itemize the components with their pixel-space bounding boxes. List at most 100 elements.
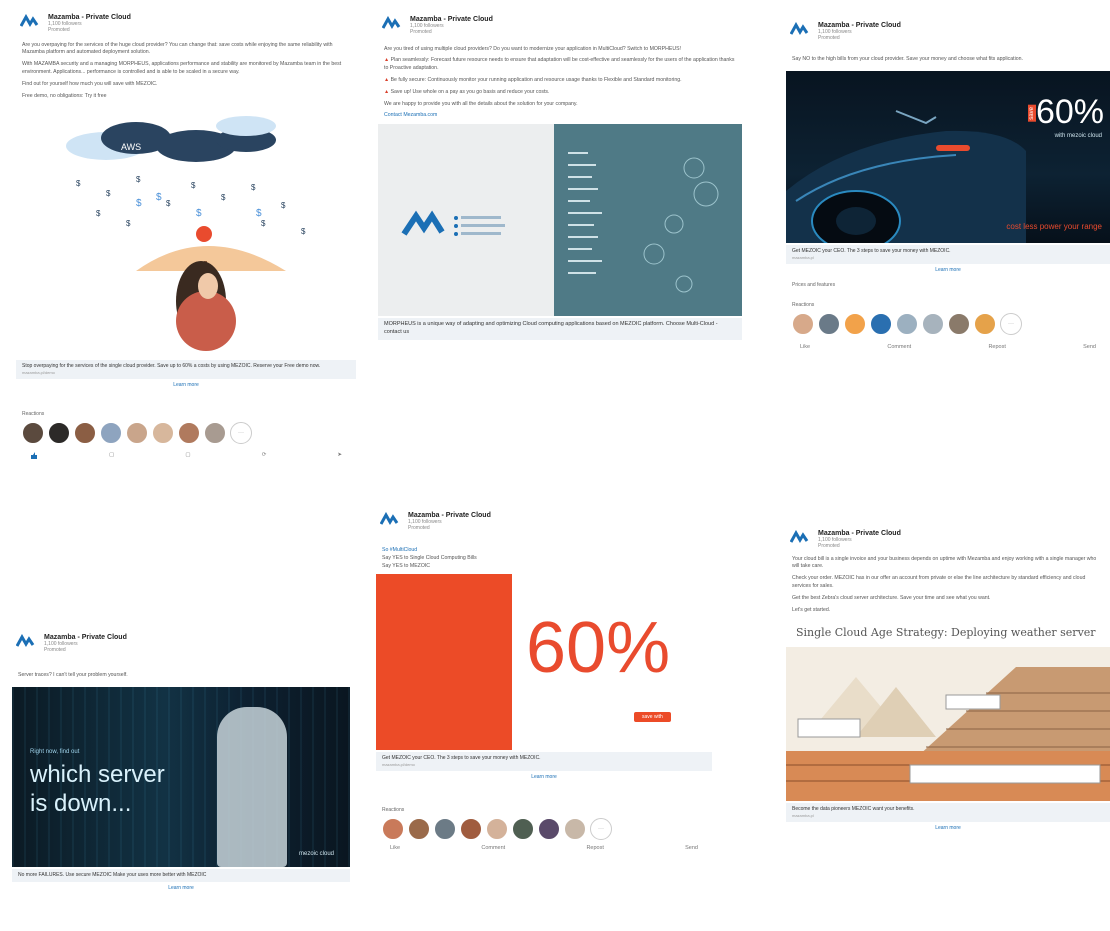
svg-text:$: $ [156,192,162,203]
car-banner[interactable]: save 60% with mezoic cloud cost less pow… [786,71,1110,244]
learn-more-link[interactable]: Learn more [12,882,350,894]
avatar[interactable] [564,818,586,841]
repost-button[interactable]: Repost [988,344,1005,350]
cta-strip[interactable]: Become the data pioneers MEZOIC want you… [786,803,1110,822]
repost-button[interactable]: Repost [586,845,603,851]
avatar[interactable] [126,421,148,444]
avatar[interactable] [408,818,430,841]
avatar[interactable] [948,312,970,335]
svg-text:$: $ [166,199,171,208]
contact-link[interactable]: Contact Mezamba.com [384,112,736,120]
learn-more-link[interactable]: Learn more [376,771,712,783]
post-header: Mazamba - Private Cloud 1,100 followers … [16,8,356,38]
like-button[interactable] [30,451,38,459]
svg-text:$: $ [136,198,142,209]
avatar[interactable] [204,421,226,444]
avatar[interactable] [382,818,404,841]
mazamba-logo[interactable] [382,16,404,32]
cta-text: Become the data pioneers MEZOIC want you… [792,806,915,813]
save-badge: save with [634,712,671,723]
hashtag-line[interactable]: So #MultiCloud [382,546,706,554]
avatar[interactable] [178,421,200,444]
avatar[interactable] [512,818,534,841]
send-button[interactable]: ➤ [337,451,342,459]
morpheus-diagram[interactable] [378,124,742,317]
avatar[interactable] [48,421,70,444]
comment-button[interactable]: Comment [887,344,911,350]
mazamba-logo[interactable] [790,22,812,38]
post-actions: Like Comment Repost Send [786,338,1110,354]
cta-text: MORPHEUS is a unique way of adapting and… [384,321,718,335]
avatar[interactable] [792,312,814,335]
reactions-summary[interactable]: Prices and features [786,280,1110,290]
avatar[interactable] [818,312,840,335]
cta-url: mazamba.pl/demo [22,370,55,376]
avatar[interactable] [974,312,996,335]
svg-text:$: $ [106,189,111,198]
cta-strip[interactable]: Get MEZOIC your CEO. The 3 steps to save… [786,245,1110,264]
avatar[interactable] [460,818,482,841]
learn-more-link[interactable]: Learn more [786,264,1110,276]
post-body: So #MultiCloud Say YES to Single Cloud C… [376,546,712,571]
promo-banner[interactable]: 60% save with [376,574,712,751]
cta-url: mazamba.pl [792,813,814,819]
cta-strip[interactable]: Stop overpaying for the services of the … [16,360,356,379]
repost-button[interactable]: ⟳ [262,451,267,459]
avatar[interactable] [896,312,918,335]
cta-text: Get MEZOIC your CEO. The 3 steps to save… [792,248,951,255]
cta-strip[interactable]: MORPHEUS is a unique way of adapting and… [378,318,742,340]
more-reactions-button[interactable]: ··· [590,818,612,841]
figure-title: Single Cloud Age Strategy: Deploying wea… [796,626,1096,640]
avatar[interactable] [434,818,456,841]
more-reactions-button[interactable]: ··· [1000,312,1022,335]
avatar[interactable] [538,818,560,841]
avatar[interactable] [74,421,96,444]
svg-text:$: $ [251,183,256,192]
like-button[interactable]: Like [390,845,400,851]
svg-text:$: $ [256,208,262,219]
cta-url: mazamba.pl [792,255,814,261]
avatar[interactable] [22,421,44,444]
body-paragraph: Your cloud bill is a single invoice and … [792,555,1097,570]
post-card-4: Mazamba - Private Cloud 1,100 followers … [12,628,350,931]
hero-image[interactable]: Right now, find out which server is down… [12,687,350,868]
mazamba-logo[interactable] [20,14,42,30]
mazamba-logo[interactable] [16,634,38,650]
mazamba-logo[interactable] [380,512,402,528]
pyramid-illustration[interactable] [786,647,1110,802]
send-button[interactable]: Send [1083,344,1096,350]
post-body: Server traces? I can't tell your problem… [18,671,128,678]
learn-more-link[interactable]: Learn more [786,822,1110,834]
like-button[interactable]: Like [800,344,810,350]
avatar[interactable] [870,312,892,335]
post-time: Promoted [818,34,840,41]
comment-button[interactable]: Comment [481,845,505,851]
body-line: Say YES to Single Cloud Computing Bills [382,554,477,561]
avatar[interactable] [844,312,866,335]
svg-text:$: $ [221,193,226,202]
post-header: Mazamba - Private Cloud 1,100 followers … [378,8,742,40]
send-button[interactable]: Send [685,845,698,851]
cta-text: No more FAILURES. Use secure MEZOIC Make… [18,872,207,879]
post-header: Mazamba - Private Cloud 1,100 followers … [786,14,1110,46]
post-actions: ▢ ▢ ⟳ ➤ [16,447,356,463]
avatar[interactable] [922,312,944,335]
svg-text:$: $ [76,179,81,188]
banner-footer: cost less power your range [1006,222,1102,232]
more-reactions-button[interactable]: ··· [230,421,252,444]
diagram-right-panel [554,124,742,317]
learn-more-link[interactable]: Learn more [16,379,356,391]
post-body: Say NO to the high bills from your cloud… [792,55,1023,62]
cta-text: Stop overpaying for the services of the … [22,363,321,370]
svg-text:$: $ [281,201,286,210]
comment-button[interactable]: ▢ [185,451,190,459]
body-paragraph: ▲ Save up! Use whole on a pay as you go … [384,88,550,95]
avatar[interactable] [100,421,122,444]
body-paragraph: ▲ Be fully secure: Continuously monitor … [384,76,682,83]
avatar[interactable] [152,421,174,444]
cta-strip[interactable]: No more FAILURES. Use secure MEZOIC Make… [12,869,350,883]
avatar[interactable] [486,818,508,841]
mazamba-logo[interactable] [790,530,812,546]
like-text-button[interactable]: ▢ [109,451,114,459]
cta-strip[interactable]: Get MEZOIC your CEO. The 3 steps to save… [376,752,712,772]
